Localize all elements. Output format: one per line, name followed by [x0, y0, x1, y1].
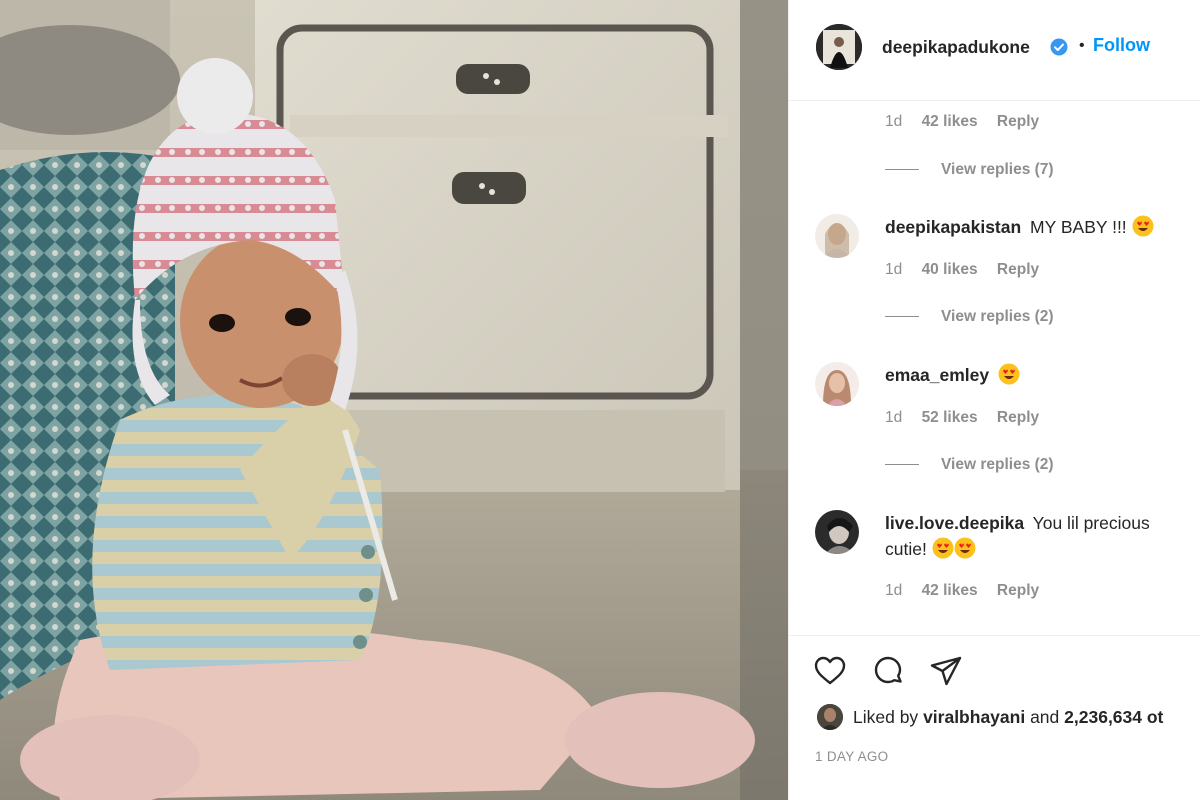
comment-meta: 1d 52 likes Reply	[885, 409, 1054, 427]
view-replies-label: View replies (2)	[941, 308, 1054, 325]
share-icon[interactable]	[929, 654, 963, 688]
view-replies-line	[885, 169, 919, 171]
comment-meta: 1d 40 likes Reply	[885, 261, 1054, 279]
view-replies-button[interactable]: View replies (7)	[885, 161, 1054, 179]
heart-eyes-emoji-icon	[998, 363, 1020, 385]
comment-time: 1d	[885, 261, 903, 278]
view-replies-line	[885, 316, 919, 318]
commenter-avatar[interactable]	[815, 362, 859, 406]
heart-eyes-emoji-icon	[932, 537, 954, 559]
liked-by-middle: and	[1030, 707, 1060, 727]
reply-button[interactable]: Reply	[997, 409, 1039, 426]
comment-likes[interactable]: 42 likes	[922, 113, 978, 130]
post-timestamp: 1 DAY AGO	[815, 749, 889, 764]
baby-photo-image	[0, 0, 788, 800]
comment-icon[interactable]	[871, 654, 905, 688]
comment-meta: 1d 42 likes Reply	[885, 582, 1054, 600]
reply-button[interactable]: Reply	[997, 113, 1039, 130]
view-replies-label: View replies (7)	[941, 161, 1054, 178]
comment-likes[interactable]: 52 likes	[922, 409, 978, 426]
view-replies-button[interactable]: View replies (2)	[885, 308, 1054, 326]
header-username[interactable]: deepikapadukone	[882, 37, 1030, 58]
separator-dot: •	[1079, 37, 1085, 54]
commenter-avatar[interactable]	[815, 214, 859, 258]
comment-time: 1d	[885, 409, 903, 426]
liked-by-prefix: Liked by	[853, 707, 919, 727]
likes-text: Liked by viralbhayani and 2,236,634 ot	[853, 707, 1163, 728]
verified-badge-icon	[1050, 38, 1068, 56]
comment-time: 1d	[885, 582, 903, 599]
heart-eyes-emoji-icon	[954, 537, 976, 559]
comment-meta: 1d 42 likes Reply	[885, 113, 1054, 131]
view-replies-button[interactable]: View replies (2)	[885, 456, 1054, 474]
avatar-image	[817, 704, 843, 730]
post-photo[interactable]	[0, 0, 789, 800]
liked-by-user[interactable]: viralbhayani	[923, 707, 1025, 727]
comment-likes[interactable]: 40 likes	[922, 261, 978, 278]
avatar-image	[815, 362, 859, 406]
divider	[789, 635, 1200, 636]
heart-icon[interactable]	[813, 654, 847, 688]
post-header: deepikapadukone • Follow	[789, 0, 1200, 101]
comment-body: deepikapakistan MY BABY !!!	[885, 214, 1190, 240]
view-replies-label: View replies (2)	[941, 456, 1054, 473]
comment-username[interactable]: emaa_emley	[885, 365, 989, 385]
reply-button[interactable]: Reply	[997, 261, 1039, 278]
profile-avatar[interactable]	[816, 24, 862, 70]
likes-count[interactable]: 2,236,634 ot	[1064, 707, 1163, 727]
avatar-image	[815, 214, 859, 258]
liker-avatar[interactable]	[817, 704, 843, 730]
comment-body: emaa_emley	[885, 362, 1190, 388]
heart-eyes-emoji-icon	[1132, 215, 1154, 237]
comment-text: MY BABY !!!	[1030, 217, 1127, 237]
comment-likes[interactable]: 42 likes	[922, 582, 978, 599]
commenter-avatar[interactable]	[815, 510, 859, 554]
avatar-image	[815, 510, 859, 554]
avatar-image	[816, 24, 862, 70]
likes-summary: Liked by viralbhayani and 2,236,634 ot	[815, 704, 1200, 734]
comment-username[interactable]: deepikapakistan	[885, 217, 1021, 237]
view-replies-line	[885, 464, 919, 466]
comment-time: 1d	[885, 113, 903, 130]
follow-button[interactable]: Follow	[1093, 35, 1150, 56]
comment-username[interactable]: live.love.deepika	[885, 513, 1024, 533]
comment-body: live.love.deepika You lil precious cutie…	[885, 510, 1190, 562]
post-side-panel: deepikapadukone • Follow 1d 42 likes Rep…	[789, 0, 1200, 800]
reply-button[interactable]: Reply	[997, 582, 1039, 599]
